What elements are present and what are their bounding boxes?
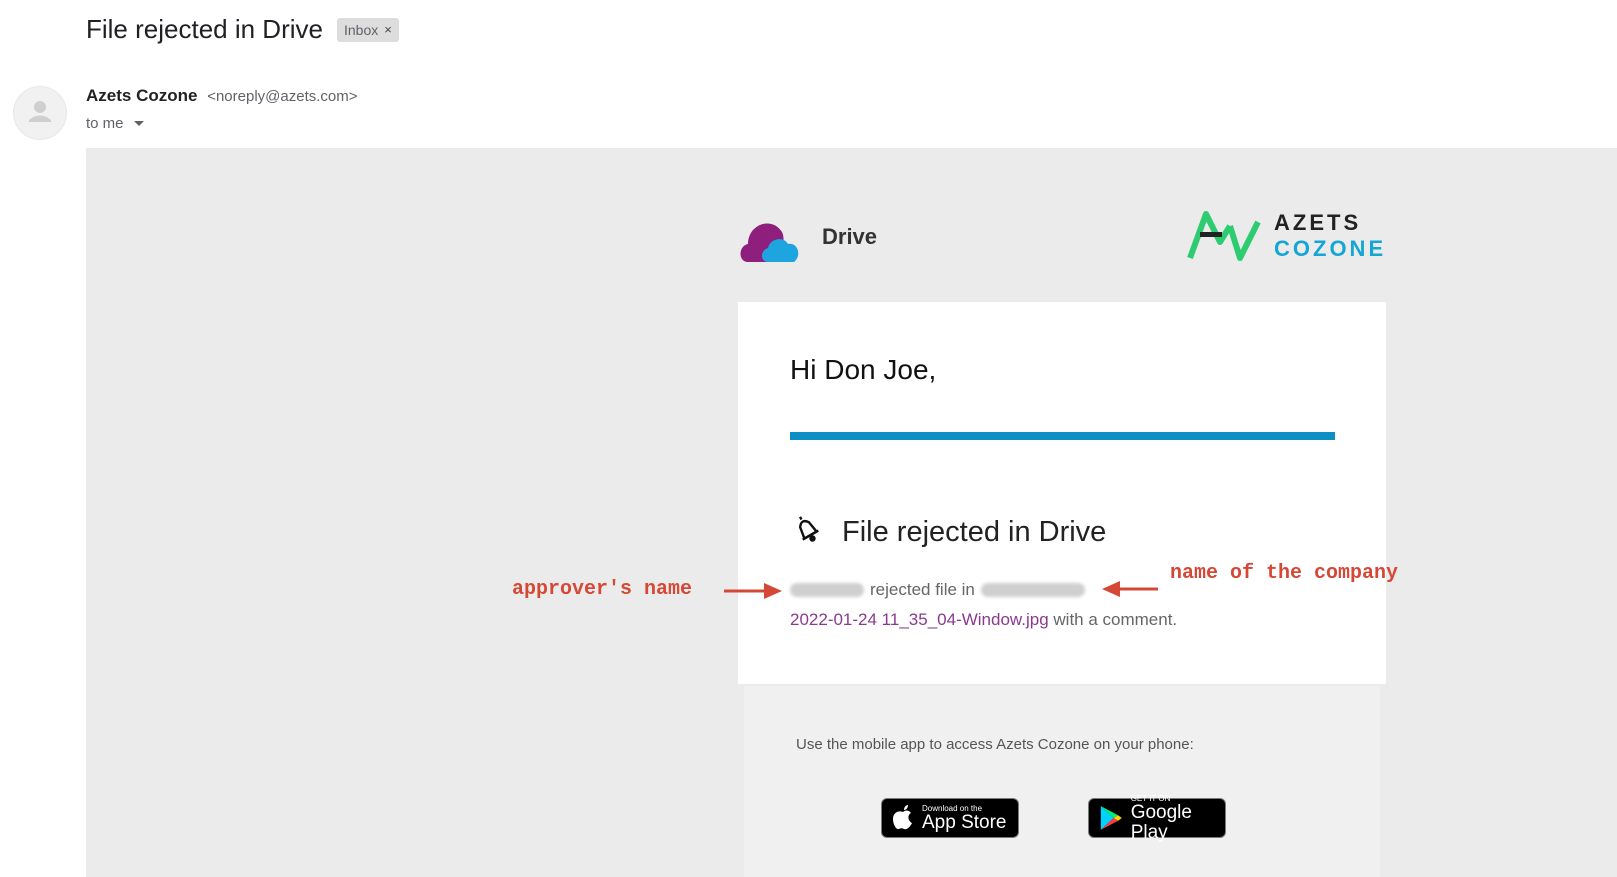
azets-brand: AZETS COZONE (1186, 208, 1386, 264)
mobile-app-prompt: Use the mobile app to access Azets Cozon… (796, 736, 1194, 753)
remove-label-icon[interactable]: × (384, 22, 392, 37)
google-play-big: Google Play (1130, 801, 1192, 843)
drive-cloud-logo (740, 223, 799, 262)
caret-down-icon[interactable] (133, 121, 144, 126)
azets-logo (1187, 211, 1261, 261)
app-store-button[interactable]: Download on the App Store (881, 798, 1019, 838)
company-arrow-icon (1102, 581, 1158, 597)
bell-icon (798, 515, 819, 542)
sender-row: Azets Cozone <noreply@azets.com> (86, 86, 358, 106)
azets-wordmark: AZETS COZONE (1274, 210, 1386, 262)
comment-text: with a comment. (1053, 610, 1178, 629)
email-body: Drive AZETS COZONE Hi Don Joe, File reje… (86, 148, 1617, 877)
company-name-redacted (980, 583, 1085, 597)
approver-annotation-label: approver's name (512, 578, 693, 601)
google-play-button[interactable]: GET IT ON Google Play (1088, 794, 1226, 842)
approver-arrow-icon (724, 583, 782, 599)
sender-avatar[interactable] (13, 86, 67, 140)
google-play-icon (1100, 806, 1122, 830)
mobile-app-section: Use the mobile app to access Azets Cozon… (744, 686, 1380, 877)
company-annotation-label: name of the company (1170, 562, 1399, 585)
apple-icon (893, 805, 912, 830)
accent-divider (790, 432, 1335, 440)
approver-name-redacted (790, 583, 864, 597)
notification-heading-row: File rejected in Drive (790, 508, 1106, 549)
app-store-big: App Store (922, 811, 1007, 833)
app-store-text: Download on the App Store (922, 804, 1007, 833)
inbox-label-text: Inbox (343, 21, 379, 38)
notification-heading: File rejected in Drive (842, 516, 1107, 548)
drive-brand: Drive (738, 210, 877, 264)
azets-wordmark-top: AZETS (1274, 210, 1362, 235)
rejected-text: rejected file in (870, 580, 975, 599)
sender-email: <noreply@azets.com> (207, 88, 358, 105)
drive-brand-text: Drive (822, 224, 878, 249)
email-subject-row: File rejected in Drive Inbox × (86, 14, 399, 45)
rejection-detail-line: rejected file in (790, 580, 1085, 600)
recipient-row[interactable]: to me (86, 115, 144, 132)
message-card: Hi Don Joe, File rejected in Drive rejec… (738, 302, 1386, 684)
file-detail-line: 2022-01-24 11_35_04-Window.jpg with a co… (790, 610, 1177, 630)
azets-wordmark-bottom: COZONE (1274, 236, 1387, 261)
google-play-text: GET IT ON Google Play (1131, 794, 1225, 843)
recipient-text: to me (86, 115, 124, 132)
inbox-label-chip[interactable]: Inbox × (336, 17, 399, 42)
person-avatar-icon (29, 101, 51, 122)
greeting: Hi Don Joe, (790, 354, 937, 385)
sender-name[interactable]: Azets Cozone (86, 86, 197, 105)
file-link[interactable]: 2022-01-24 11_35_04-Window.jpg (790, 610, 1049, 629)
email-subject: File rejected in Drive (86, 14, 323, 44)
